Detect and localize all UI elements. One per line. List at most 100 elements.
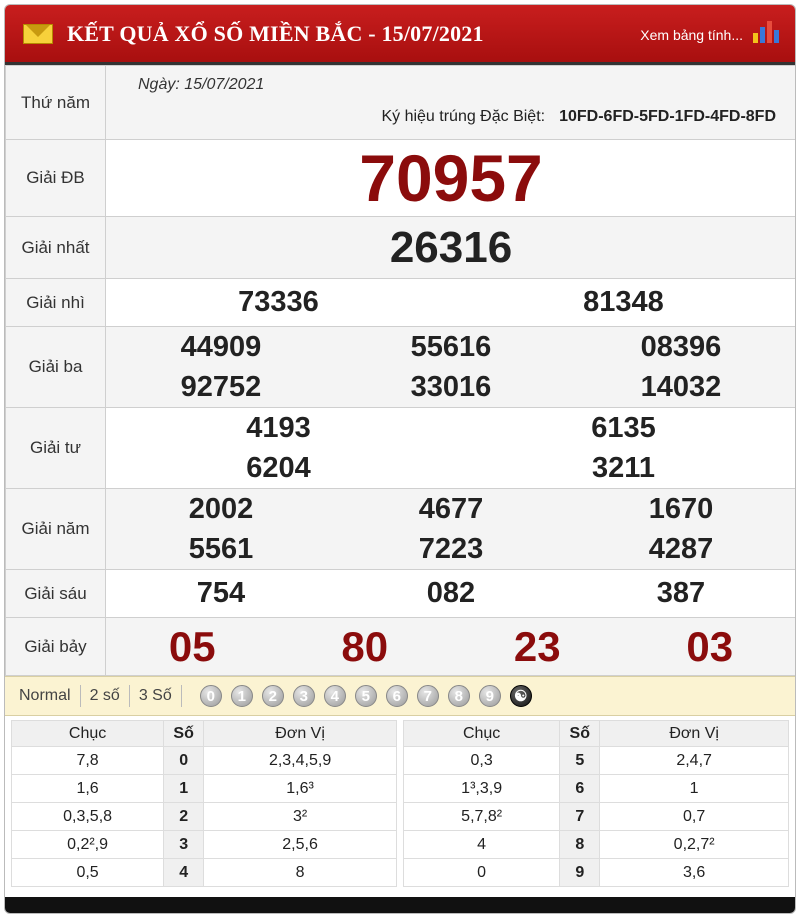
special-code: Ký hiệu trúng Đặc Biệt: 10FD-6FD-5FD-1FD-… — [381, 108, 776, 126]
prize-g2-grid: 73336 81348 — [106, 286, 795, 319]
prize-g3-number: 33016 — [410, 371, 492, 403]
col-header-donvi: Đơn Vị — [599, 720, 789, 747]
filter-tab-normal[interactable]: Normal — [19, 685, 81, 707]
digit-ball-1[interactable]: 1 — [230, 685, 253, 707]
draw-date: Ngày: 15/07/2021 — [138, 76, 265, 93]
digit-ball-7[interactable]: 7 — [416, 685, 439, 707]
stats-cell-so: 0 — [163, 746, 205, 775]
table-row: 0,3 5 2,4,7 — [402, 746, 789, 775]
col-header-so: Số — [163, 720, 205, 747]
table-row: 0,2²,9 3 2,5,6 — [10, 830, 397, 859]
digit-filter: 0 1 2 3 4 5 6 7 8 9 ☯ — [199, 685, 532, 707]
special-code-value: 10FD-6FD-5FD-1FD-4FD-8FD — [559, 108, 776, 125]
table-row: 1³,3,9 6 1 — [402, 774, 789, 803]
mail-icon — [23, 23, 53, 44]
col-header-so: Số — [559, 720, 601, 747]
digit-ball-0[interactable]: 0 — [199, 685, 222, 707]
stats-cell-chuc: 0,3,5,8 — [10, 802, 165, 831]
prize-g6-number: 082 — [426, 577, 476, 609]
digit-ball-9[interactable]: 9 — [478, 685, 501, 707]
stats-cell-donvi: 2,5,6 — [203, 830, 397, 859]
stats-cell-chuc: 0 — [402, 858, 561, 887]
loto-stats: Chục Số Đơn Vị 7,8 0 2,3,4,5,9 1,6 1 1,6³ 0,3,… — [5, 716, 795, 891]
stats-cell-so: 2 — [163, 802, 205, 831]
stats-cell-donvi: 3² — [203, 802, 397, 831]
prize-label-g7: Giải bảy — [5, 617, 106, 676]
prize-label-g5: Giải năm — [5, 488, 106, 570]
prize-g5-number: 4287 — [648, 533, 714, 565]
prize-g3-grid: 44909 55616 08396 92752 33016 14032 — [106, 327, 795, 407]
prize-label-g3: Giải ba — [5, 326, 106, 408]
digit-ball-5[interactable]: 5 — [354, 685, 377, 707]
stats-cell-chuc: 1,6 — [10, 774, 165, 803]
header-bar: KẾT QUẢ XỔ SỐ MIỀN BẮC - 15/07/2021 Xem … — [5, 5, 795, 65]
prize-g4-number: 6135 — [591, 412, 656, 444]
prize-g3-number: 44909 — [180, 331, 262, 363]
stats-cell-donvi: 1 — [599, 774, 789, 803]
page-title: KẾT QUẢ XỔ SỐ MIỀN BẮC - 15/07/2021 — [67, 20, 484, 46]
prize-g7-grid: 05 80 23 03 — [106, 622, 795, 671]
stats-cell-chuc: 4 — [402, 830, 561, 859]
stats-cell-chuc: 7,8 — [10, 746, 165, 775]
stats-cell-donvi: 8 — [203, 858, 397, 887]
view-table-link[interactable]: Xem bảng tính... — [640, 27, 743, 43]
prize-g6-grid: 754 082 387 — [106, 577, 795, 610]
prize-g5-number: 7223 — [418, 533, 484, 565]
stats-cell-so: 9 — [559, 858, 601, 887]
prize-g3-number: 55616 — [410, 331, 492, 363]
stats-table-left: Chục Số Đơn Vị 7,8 0 2,3,4,5,9 1,6 1 1,6³ 0,3,… — [10, 720, 397, 887]
stats-cell-so: 7 — [559, 802, 601, 831]
digit-ball-6[interactable]: 6 — [385, 685, 408, 707]
digit-ball-8[interactable]: 8 — [447, 685, 470, 707]
stats-cell-chuc: 1³,3,9 — [402, 774, 561, 803]
table-row: 0 9 3,6 — [402, 858, 789, 887]
prize-g6-number: 387 — [656, 577, 706, 609]
prize-g5-number: 1670 — [648, 493, 714, 525]
footer-bar — [5, 897, 795, 913]
digit-ball-4[interactable]: 4 — [323, 685, 346, 707]
table-row: 1,6 1 1,6³ — [10, 774, 397, 803]
prize-g3-number: 14032 — [640, 371, 722, 403]
prize-label-g2: Giải nhì — [5, 278, 106, 327]
stats-cell-chuc: 0,3 — [402, 746, 561, 775]
special-code-label: Ký hiệu trúng Đặc Biệt: — [381, 108, 546, 125]
stats-cell-donvi: 2,4,7 — [599, 746, 789, 775]
filter-tab-3-digits[interactable]: 3 Số — [130, 685, 182, 707]
table-row: 5,7,8² 7 0,7 — [402, 802, 789, 831]
prize-g4-number: 6204 — [246, 452, 311, 484]
prize-g7-number: 05 — [168, 622, 216, 670]
prize-label-db: Giải ĐB — [5, 139, 106, 217]
digit-ball-2[interactable]: 2 — [261, 685, 284, 707]
prize-g2-number: 81348 — [583, 286, 664, 318]
filter-tab-2-digits[interactable]: 2 số — [81, 685, 130, 707]
table-row: 7,8 0 2,3,4,5,9 — [10, 746, 397, 775]
prize-g2-number: 73336 — [238, 286, 319, 318]
prize-g5-grid: 2002 4677 1670 5561 7223 4287 — [106, 489, 795, 569]
stats-cell-donvi: 0,2,7² — [599, 830, 789, 859]
results-panel: KẾT QUẢ XỔ SỐ MIỀN BẮC - 15/07/2021 Xem … — [4, 4, 796, 914]
digit-ball-3[interactable]: 3 — [292, 685, 315, 707]
draw-info: Ngày: 15/07/2021 Ký hiệu trúng Đặc Biệt:… — [105, 65, 795, 140]
col-header-chuc: Chục — [10, 720, 165, 747]
filter-bar: Normal 2 số 3 Số 0 1 2 3 4 5 6 7 8 9 ☯ — [5, 676, 795, 716]
bar-chart-icon[interactable] — [751, 19, 781, 43]
stats-cell-donvi: 1,6³ — [203, 774, 397, 803]
stats-cell-so: 1 — [163, 774, 205, 803]
prize-g4-grid: 4193 6135 6204 3211 — [106, 408, 795, 488]
prize-g5-number: 4677 — [418, 493, 484, 525]
stats-cell-so: 8 — [559, 830, 601, 859]
prize-g3-number: 08396 — [640, 331, 722, 363]
stats-cell-so: 4 — [163, 858, 205, 887]
yin-yang-icon[interactable]: ☯ — [509, 685, 532, 707]
prize-g7-number: 03 — [686, 622, 734, 670]
weekday-label: Thứ năm — [5, 65, 106, 140]
stats-cell-donvi: 2,3,4,5,9 — [203, 746, 397, 775]
prize-g7-number: 80 — [341, 622, 389, 670]
prize-label-g6: Giải sáu — [5, 569, 106, 618]
prize-g7-number: 23 — [513, 622, 561, 670]
prize-g4-number: 3211 — [592, 452, 655, 484]
stats-cell-so: 3 — [163, 830, 205, 859]
table-row: 0,5 4 8 — [10, 858, 397, 887]
col-header-chuc: Chục — [402, 720, 561, 747]
stats-table-right: Chục Số Đơn Vị 0,3 5 2,4,7 1³,3,9 6 1 5,7,8² 7 0… — [402, 720, 789, 887]
